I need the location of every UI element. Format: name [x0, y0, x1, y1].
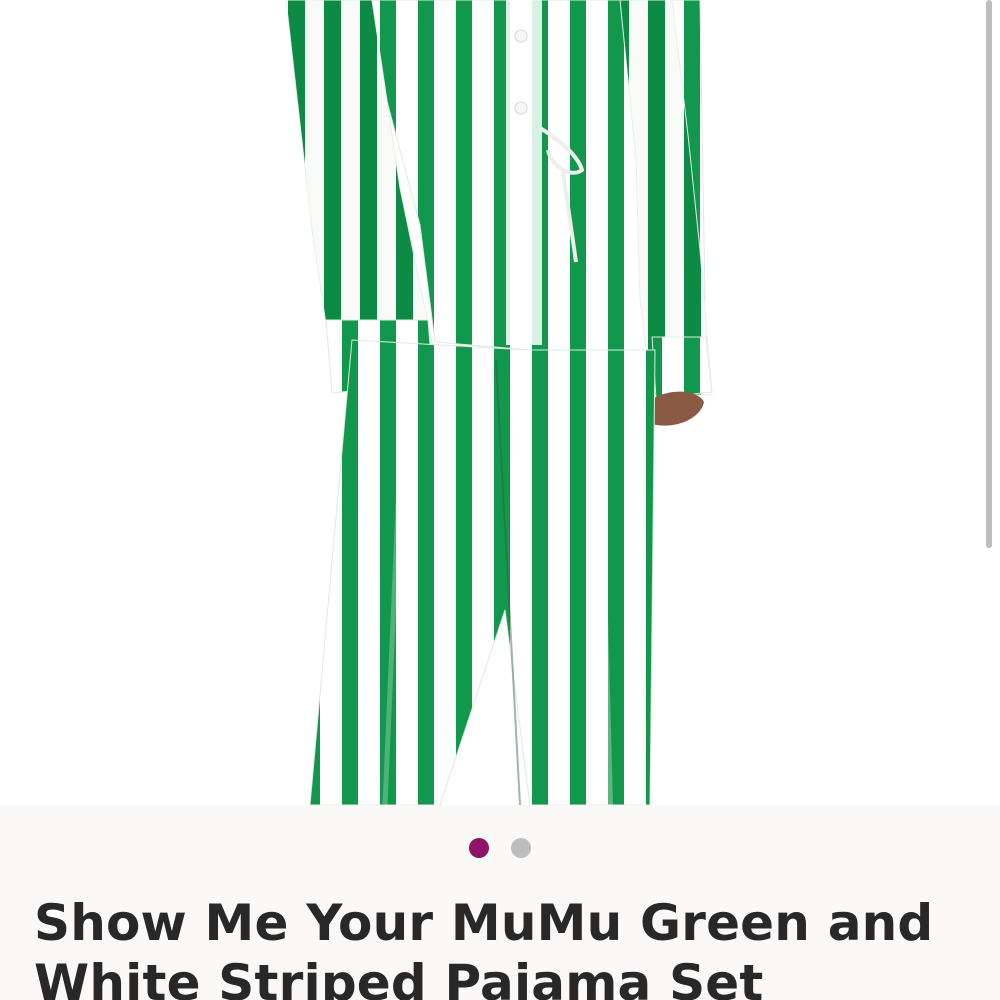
shirt-button — [514, 29, 528, 43]
shirt-placket — [506, 0, 542, 345]
carousel-pagination — [0, 838, 1000, 858]
product-image-carousel[interactable] — [0, 0, 1000, 805]
product-info-panel: Show Me Your MuMu Green and White Stripe… — [0, 805, 1000, 1000]
pajama-set-photo — [285, 0, 713, 805]
product-title: Show Me Your MuMu Green and White Stripe… — [34, 894, 934, 1000]
scrollbar-thumb[interactable] — [986, 0, 992, 548]
carousel-dot[interactable] — [511, 838, 531, 858]
right-cuff — [651, 336, 713, 399]
carousel-dot-active[interactable] — [469, 838, 489, 858]
right-hand — [648, 391, 704, 426]
product-page: Show Me Your MuMu Green and White Stripe… — [0, 0, 1000, 1000]
shirt-button — [514, 101, 528, 115]
